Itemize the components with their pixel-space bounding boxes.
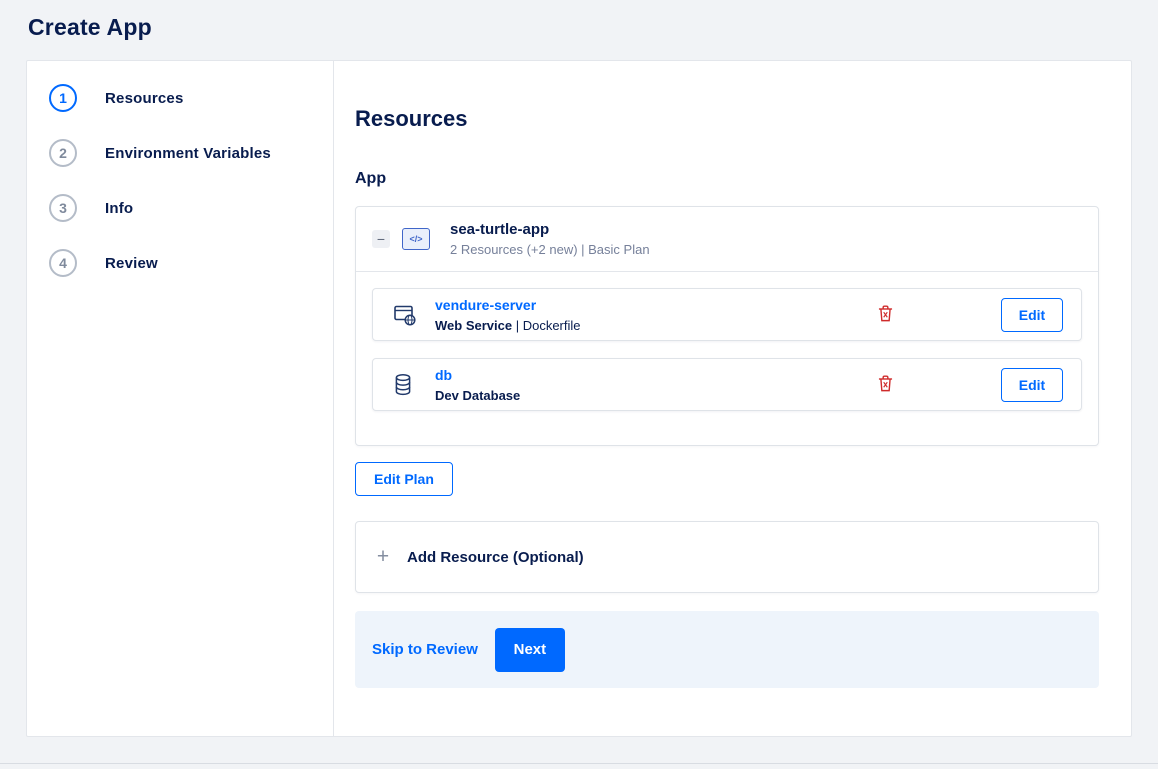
resource-type-separator: | bbox=[512, 317, 523, 333]
trash-icon bbox=[878, 374, 893, 395]
trash-icon bbox=[878, 304, 893, 325]
plus-icon: + bbox=[376, 545, 390, 568]
resource-type-line: Dev Database bbox=[435, 388, 520, 403]
web-service-icon bbox=[393, 303, 419, 327]
page-bottom-divider bbox=[0, 763, 1158, 764]
step-item-environment-variables[interactable]: 2 Environment Variables bbox=[49, 139, 333, 167]
step-label-info: Info bbox=[105, 199, 134, 217]
resource-name-link[interactable]: db bbox=[435, 367, 452, 383]
resource-meta: vendure-server Web Service | Dockerfile bbox=[435, 297, 581, 333]
resource-type-line: Web Service | Dockerfile bbox=[435, 318, 581, 333]
page-header: Create App bbox=[0, 0, 1158, 41]
step-label-environment-variables: Environment Variables bbox=[105, 144, 271, 162]
add-resource-label: Add Resource (Optional) bbox=[407, 548, 584, 566]
minus-icon: − bbox=[376, 231, 386, 247]
code-tag-icon: </> bbox=[402, 228, 430, 250]
step-label-review: Review bbox=[105, 254, 158, 272]
resource-detail: Dockerfile bbox=[522, 317, 581, 333]
edit-resource-button[interactable]: Edit bbox=[1001, 367, 1063, 402]
skip-to-review-link[interactable]: Skip to Review bbox=[372, 641, 478, 658]
step-number-badge: 4 bbox=[49, 249, 77, 277]
step-number-badge: 1 bbox=[49, 84, 77, 112]
steps-sidebar: 1 Resources 2 Environment Variables 3 In… bbox=[27, 61, 334, 736]
database-icon bbox=[393, 373, 419, 397]
app-section-label: App bbox=[355, 170, 387, 187]
edit-resource-button[interactable]: Edit bbox=[1001, 297, 1063, 332]
app-card: − </> sea-turtle-app 2 Resources (+2 new… bbox=[355, 206, 1099, 446]
step-item-resources[interactable]: 1 Resources bbox=[49, 84, 333, 112]
resource-name-link[interactable]: vendure-server bbox=[435, 297, 536, 313]
app-summary: 2 Resources (+2 new) | Basic Plan bbox=[450, 242, 650, 257]
app-meta: sea-turtle-app 2 Resources (+2 new) | Ba… bbox=[450, 221, 650, 257]
resource-row-vendure-server: vendure-server Web Service | Dockerfile bbox=[372, 288, 1082, 341]
step-item-info[interactable]: 3 Info bbox=[49, 194, 333, 222]
resources-panel: Resources App − </> sea-turtle-app 2 Res… bbox=[334, 61, 1131, 736]
add-resource-card[interactable]: + Add Resource (Optional) bbox=[355, 521, 1099, 593]
collapse-app-button[interactable]: − bbox=[372, 230, 390, 248]
page-title: Create App bbox=[28, 14, 152, 40]
step-number-badge: 3 bbox=[49, 194, 77, 222]
step-number-badge: 2 bbox=[49, 139, 77, 167]
footer-actions: Skip to Review Next bbox=[355, 611, 1099, 688]
edit-plan-button[interactable]: Edit Plan bbox=[355, 462, 453, 496]
resource-meta: db Dev Database bbox=[435, 367, 520, 403]
delete-resource-button[interactable] bbox=[878, 374, 893, 395]
next-button[interactable]: Next bbox=[494, 627, 565, 672]
create-app-card: 1 Resources 2 Environment Variables 3 In… bbox=[26, 60, 1132, 737]
resource-list: vendure-server Web Service | Dockerfile bbox=[356, 272, 1098, 445]
app-card-header: − </> sea-turtle-app 2 Resources (+2 new… bbox=[356, 207, 1098, 272]
resource-type: Web Service bbox=[435, 317, 513, 333]
step-label-resources: Resources bbox=[105, 89, 184, 107]
delete-resource-button[interactable] bbox=[878, 304, 893, 325]
app-name: sea-turtle-app bbox=[450, 221, 550, 238]
resources-heading: Resources bbox=[355, 106, 468, 131]
step-item-review[interactable]: 4 Review bbox=[49, 249, 333, 277]
resource-type: Dev Database bbox=[435, 387, 521, 403]
resource-row-db: db Dev Database Edit bbox=[372, 358, 1082, 411]
